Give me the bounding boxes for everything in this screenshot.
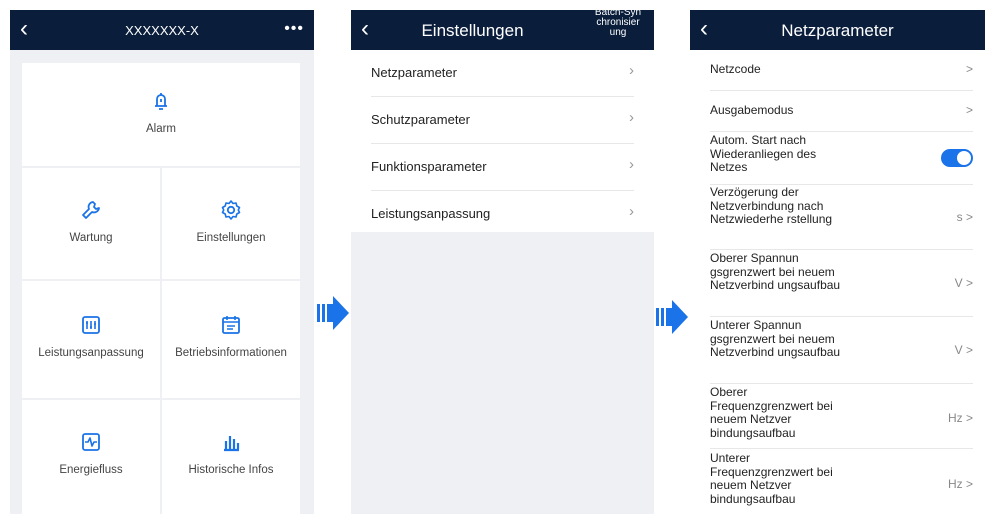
alarm-bell-icon <box>155 93 167 110</box>
param-label: Unterer Frequenzgrenzwert bei neuem Netz… <box>710 451 833 506</box>
tile-betriebsinformationen[interactable]: Betriebsinformationen <box>162 281 300 398</box>
param-label: Verzögerung der Netzverbindung nach Netz… <box>710 185 833 226</box>
param-label: Ausgabemodus <box>710 103 794 117</box>
param-row-connect-delay[interactable]: Verzögerung der Netzverbindung nach Netz… <box>710 185 973 250</box>
param-value-chevron: > <box>965 62 973 76</box>
list-item-label: Leistungsanpassung <box>371 206 491 221</box>
tile-label: Wartung <box>69 232 113 244</box>
list-item-label: Schutzparameter <box>371 112 470 127</box>
tile-alarm[interactable]: Alarm <box>22 63 300 166</box>
tile-label: Betriebsinformationen <box>175 347 287 359</box>
tile-leistungsanpassung[interactable]: Leistungsanpassung <box>22 281 160 398</box>
grid-parameters-screen: ‹ Netzparameter Netzcode > Ausgabemodus … <box>690 10 985 514</box>
tile-label: Leistungsanpassung <box>38 347 144 359</box>
param-row-auto-start: Autom. Start nach Wiederanliegen des Net… <box>710 132 973 185</box>
param-label: Oberer Frequenzgrenzwert bei neuem Netzv… <box>710 385 833 440</box>
tile-energiefluss[interactable]: Energiefluss <box>22 400 160 514</box>
tile-einstellungen[interactable]: Einstellungen <box>162 168 300 279</box>
sliders-icon <box>82 316 100 334</box>
param-row-upper-voltage[interactable]: Oberer Spannun gsgrenzwert bei neuem Net… <box>710 250 973 317</box>
chevron-right-icon: › <box>629 203 634 220</box>
list-item-label: Funktionsparameter <box>371 159 487 174</box>
tile-label: Energiefluss <box>59 464 123 476</box>
settings-list: Netzparameter › Schutzparameter › Funkti… <box>351 50 654 232</box>
list-item-schutzparameter[interactable]: Schutzparameter › <box>371 97 634 144</box>
page-title: Netzparameter <box>781 21 894 40</box>
toggle-knob <box>957 151 971 165</box>
tile-wartung[interactable]: Wartung <box>22 168 160 279</box>
param-value-chevron: > <box>965 103 973 117</box>
batch-sync-button[interactable]: Batch-Syn chronisier ung <box>588 10 648 38</box>
header: ‹ Einstellungen Batch-Syn chronisier ung <box>351 10 654 50</box>
param-value-chevron: Hz > <box>947 477 973 491</box>
param-label: Autom. Start nach Wiederanliegen des Net… <box>710 133 817 174</box>
flow-arrow-icon <box>317 296 349 330</box>
param-label: Oberer Spannun gsgrenzwert bei neuem Net… <box>710 251 841 292</box>
wrench-icon <box>82 201 100 219</box>
param-row-netzcode[interactable]: Netzcode > <box>710 50 973 91</box>
param-value-chevron: V > <box>954 276 973 290</box>
tile-historische-infos[interactable]: Historische Infos <box>162 400 300 514</box>
tile-label: Einstellungen <box>196 232 266 244</box>
param-row-lower-voltage[interactable]: Unterer Spannun gsgrenzwert bei neuem Ne… <box>710 317 973 384</box>
param-label: Unterer Spannun gsgrenzwert bei neuem Ne… <box>710 318 841 359</box>
param-value-chevron: s > <box>956 210 973 224</box>
tile-label: Alarm <box>145 123 177 135</box>
param-row-ausgabemodus[interactable]: Ausgabemodus > <box>710 91 973 132</box>
tile-label: Historische Infos <box>188 464 274 476</box>
chevron-right-icon: › <box>629 109 634 126</box>
pulse-icon <box>82 433 100 451</box>
calendar-icon <box>222 316 240 334</box>
flow-arrow-icon <box>656 300 688 334</box>
list-item-netzparameter[interactable]: Netzparameter › <box>371 50 634 97</box>
header: ‹ XXXXXXX-X ••• <box>10 10 314 50</box>
main-menu-screen: ‹ XXXXXXX-X ••• Alarm Wartung Einstellun… <box>10 10 314 514</box>
page-title: Einstellungen <box>421 21 524 40</box>
list-item-label: Netzparameter <box>371 65 457 80</box>
param-row-lower-frequency[interactable]: Unterer Frequenzgrenzwert bei neuem Netz… <box>710 449 973 514</box>
chevron-right-icon: › <box>629 62 634 79</box>
page-title: XXXXXXX-X <box>125 23 199 38</box>
param-value-chevron: V > <box>954 343 973 357</box>
param-value-chevron: Hz > <box>947 411 973 425</box>
list-item-funktionsparameter[interactable]: Funktionsparameter › <box>371 144 634 191</box>
chevron-right-icon: › <box>629 156 634 173</box>
gear-icon <box>221 200 241 220</box>
bar-chart-icon <box>224 436 240 452</box>
more-menu-icon[interactable]: ••• <box>284 20 304 38</box>
header: ‹ Netzparameter <box>690 10 985 50</box>
param-label: Netzcode <box>710 62 761 76</box>
param-row-upper-frequency[interactable]: Oberer Frequenzgrenzwert bei neuem Netzv… <box>710 384 973 449</box>
settings-screen: ‹ Einstellungen Batch-Syn chronisier ung… <box>351 10 654 514</box>
list-item-leistungsanpassung[interactable]: Leistungsanpassung › <box>371 191 634 232</box>
auto-start-toggle[interactable] <box>941 149 973 167</box>
